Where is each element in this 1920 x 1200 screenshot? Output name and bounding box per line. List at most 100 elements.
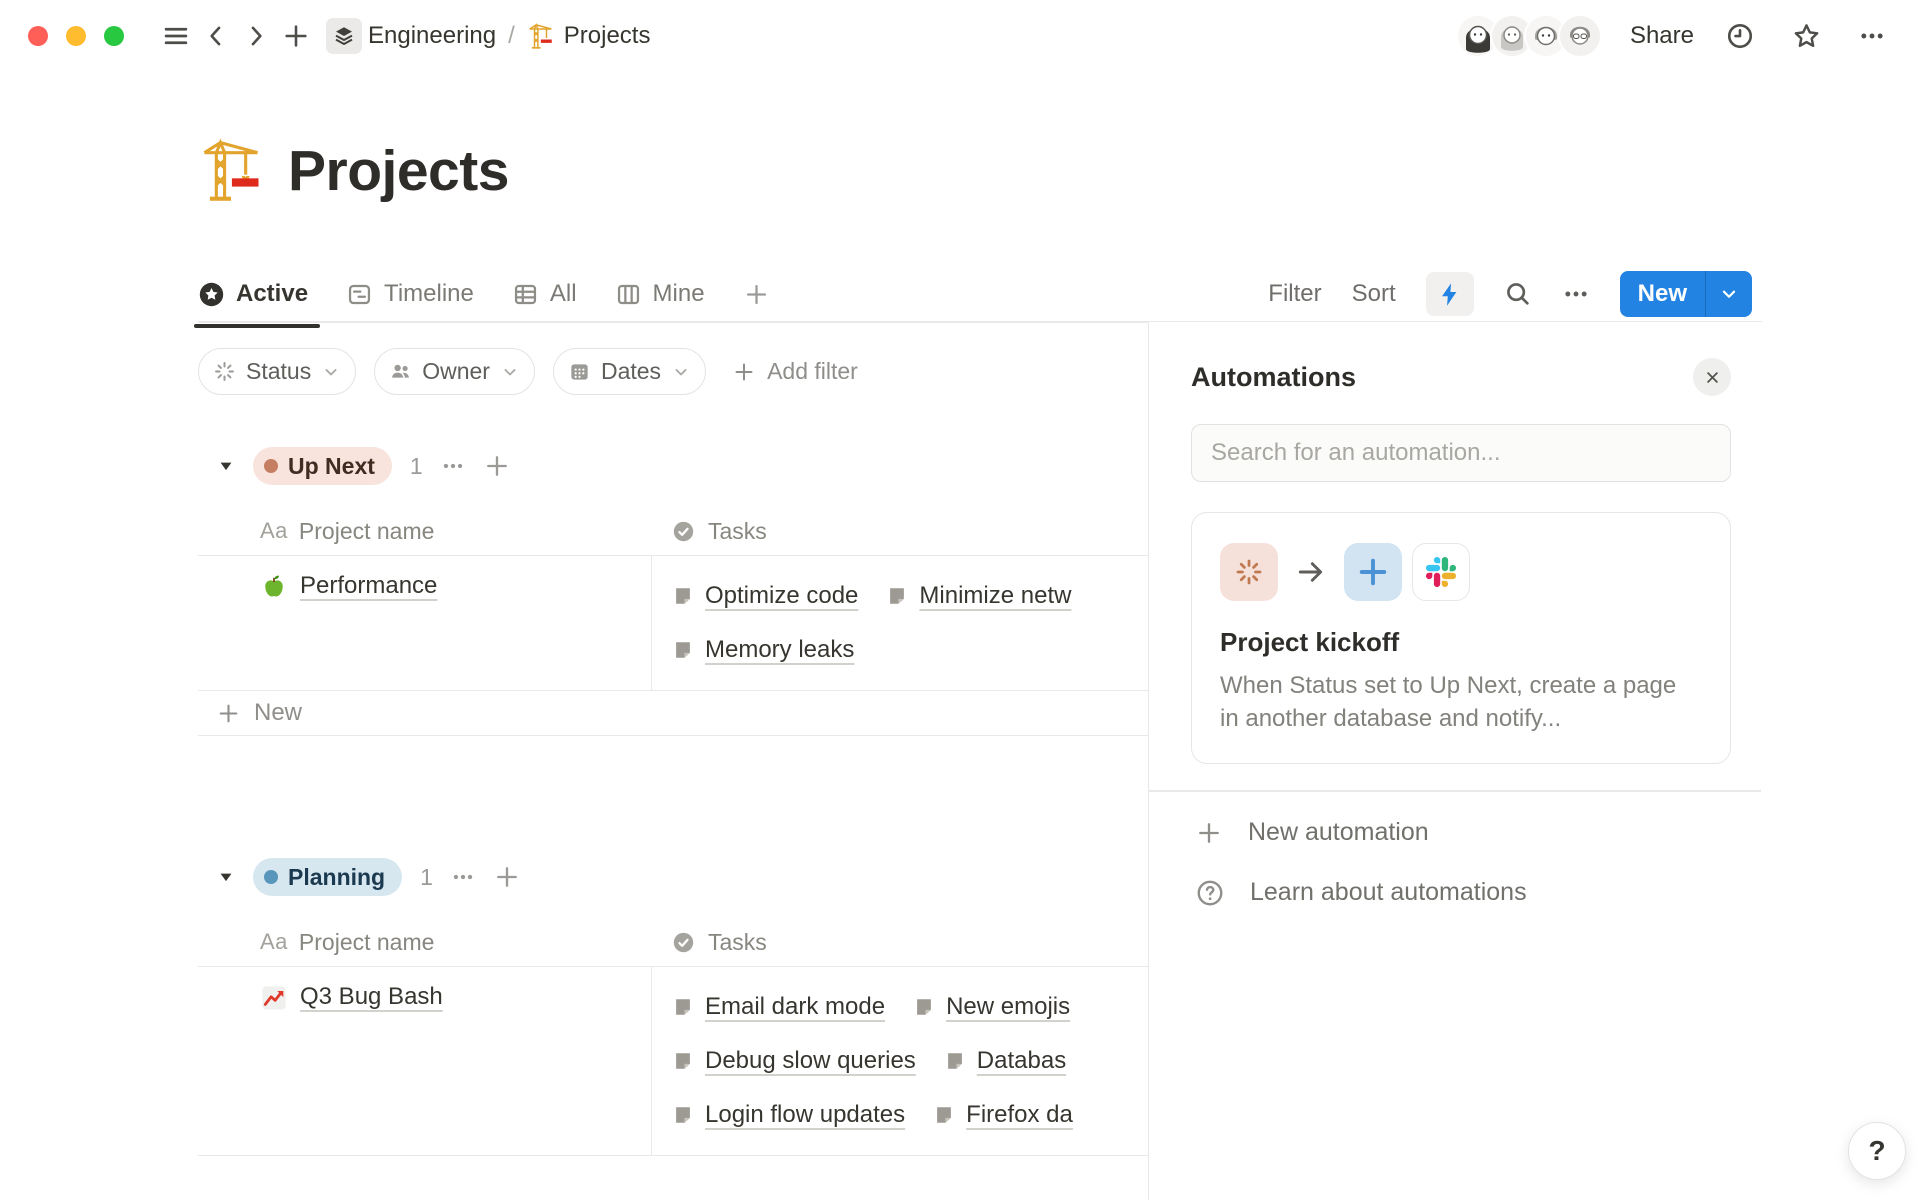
- calendar-icon: [568, 360, 591, 383]
- column-header-tasks[interactable]: Tasks: [651, 518, 1148, 545]
- sidebar-toggle-button[interactable]: [156, 16, 196, 56]
- starred-view-icon: [198, 281, 225, 308]
- close-window-button[interactable]: [28, 26, 48, 46]
- plus-icon: [216, 701, 241, 726]
- tab-all[interactable]: All: [512, 280, 577, 308]
- project-link[interactable]: Performance: [300, 572, 437, 600]
- tab-timeline[interactable]: Timeline: [346, 280, 474, 308]
- minimize-window-button[interactable]: [66, 26, 86, 46]
- collapse-group-button[interactable]: [216, 456, 236, 476]
- column-header-project-name[interactable]: Aa Project name: [198, 929, 651, 956]
- layers-icon: [332, 24, 356, 48]
- task-link[interactable]: Firefox da: [933, 1101, 1073, 1129]
- view-more-button[interactable]: [1562, 280, 1590, 308]
- arrow-right-icon: [1295, 556, 1327, 588]
- avatar[interactable]: [1558, 14, 1602, 58]
- group-add-row-button[interactable]: [483, 452, 511, 480]
- page-icon: [933, 1104, 955, 1126]
- sort-button[interactable]: Sort: [1352, 280, 1396, 308]
- automations-toggle-button[interactable]: [1426, 272, 1474, 316]
- construction-crane-icon: [198, 138, 264, 204]
- new-button[interactable]: New: [1620, 271, 1705, 317]
- forward-button[interactable]: [236, 16, 276, 56]
- group-badge-planning[interactable]: Planning: [253, 858, 402, 896]
- window-topbar: Engineering / Projects Share: [0, 0, 1920, 72]
- group-count: 1: [410, 453, 423, 480]
- task-link[interactable]: Minimize netw: [886, 582, 1071, 610]
- owner-filter-chip[interactable]: Owner: [374, 348, 535, 395]
- group-add-row-button[interactable]: [493, 863, 521, 891]
- add-filter-label: Add filter: [767, 358, 858, 385]
- learn-about-automations-label: Learn about automations: [1250, 878, 1527, 907]
- tab-active[interactable]: Active: [198, 280, 308, 308]
- group-more-button[interactable]: [450, 864, 476, 890]
- ellipsis-icon: [1858, 22, 1886, 50]
- automation-search-input[interactable]: [1191, 424, 1731, 482]
- favorite-button[interactable]: [1786, 16, 1826, 56]
- task-line: Login flow updates Firefox da: [672, 1088, 1148, 1142]
- group-count: 1: [420, 864, 433, 891]
- add-filter-button[interactable]: Add filter: [732, 358, 858, 385]
- timeline-view-icon: [346, 281, 373, 308]
- new-page-button[interactable]: [276, 16, 316, 56]
- help-button[interactable]: ?: [1848, 1122, 1906, 1180]
- share-button[interactable]: Share: [1630, 22, 1694, 50]
- breadcrumb-page-label: Projects: [564, 22, 651, 50]
- construction-crane-icon: [527, 23, 554, 50]
- dates-filter-chip[interactable]: Dates: [553, 348, 706, 395]
- panel-divider: [1149, 790, 1761, 792]
- teamspace-icon[interactable]: [326, 18, 362, 54]
- page-icon: [672, 1050, 694, 1072]
- fullscreen-window-button[interactable]: [104, 26, 124, 46]
- new-row-button[interactable]: New: [198, 691, 1148, 736]
- more-button[interactable]: [1852, 16, 1892, 56]
- column-header-project-name[interactable]: Aa Project name: [198, 518, 651, 545]
- task-link[interactable]: New emojis: [913, 993, 1070, 1021]
- collapse-group-button[interactable]: [216, 867, 236, 887]
- table-header-row: Aa Project name Tasks: [198, 918, 1148, 967]
- task-link[interactable]: Memory leaks: [672, 636, 854, 664]
- task-link[interactable]: Databas: [944, 1047, 1066, 1075]
- filter-row: Status Owner Dates Add filter: [198, 348, 1148, 395]
- filter-chip-label: Status: [246, 358, 311, 385]
- page-title-row: Projects: [198, 138, 509, 204]
- task-label: Login flow updates: [705, 1101, 905, 1129]
- add-view-button[interactable]: [743, 281, 770, 308]
- text-property-icon: Aa: [260, 929, 288, 955]
- breadcrumb: Engineering / Projects: [368, 22, 650, 50]
- search-view-button[interactable]: [1504, 280, 1532, 308]
- check-circle-icon: [671, 519, 696, 544]
- automations-panel-title: Automations: [1191, 362, 1356, 393]
- filter-button[interactable]: Filter: [1268, 280, 1321, 308]
- task-link[interactable]: Optimize code: [672, 582, 858, 610]
- breadcrumb-workspace[interactable]: Engineering: [368, 22, 496, 50]
- project-link[interactable]: Q3 Bug Bash: [300, 983, 443, 1011]
- learn-about-automations-button[interactable]: Learn about automations: [1191, 868, 1527, 918]
- task-link[interactable]: Debug slow queries: [672, 1047, 916, 1075]
- filter-chip-label: Owner: [422, 358, 490, 385]
- chart-increasing-icon: [260, 984, 288, 1012]
- automations-panel-header: Automations: [1191, 358, 1731, 396]
- group-badge-up-next[interactable]: Up Next: [253, 447, 392, 485]
- task-link[interactable]: Email dark mode: [672, 993, 885, 1021]
- new-dropdown-button[interactable]: [1705, 271, 1752, 317]
- back-button[interactable]: [196, 16, 236, 56]
- status-filter-chip[interactable]: Status: [198, 348, 356, 395]
- task-line: Debug slow queries Databas: [672, 1034, 1148, 1088]
- check-circle-icon: [671, 930, 696, 955]
- automation-card[interactable]: Project kickoff When Status set to Up Ne…: [1191, 512, 1731, 764]
- task-link[interactable]: Login flow updates: [672, 1101, 905, 1129]
- project-name-cell: Performance: [198, 556, 651, 690]
- tab-label: Active: [236, 280, 308, 308]
- breadcrumb-page[interactable]: Projects: [527, 22, 651, 50]
- task-label: Optimize code: [705, 582, 858, 610]
- group-gap: [198, 736, 1148, 856]
- updates-button[interactable]: [1720, 16, 1760, 56]
- group-more-button[interactable]: [440, 453, 466, 479]
- new-automation-button[interactable]: New automation: [1191, 808, 1429, 858]
- table-row: Performance Optimize code Minimize netw: [198, 556, 1148, 691]
- tab-mine[interactable]: Mine: [615, 280, 705, 308]
- close-panel-button[interactable]: [1693, 358, 1731, 396]
- column-header-tasks[interactable]: Tasks: [651, 929, 1148, 956]
- triangle-down-icon: [216, 456, 236, 476]
